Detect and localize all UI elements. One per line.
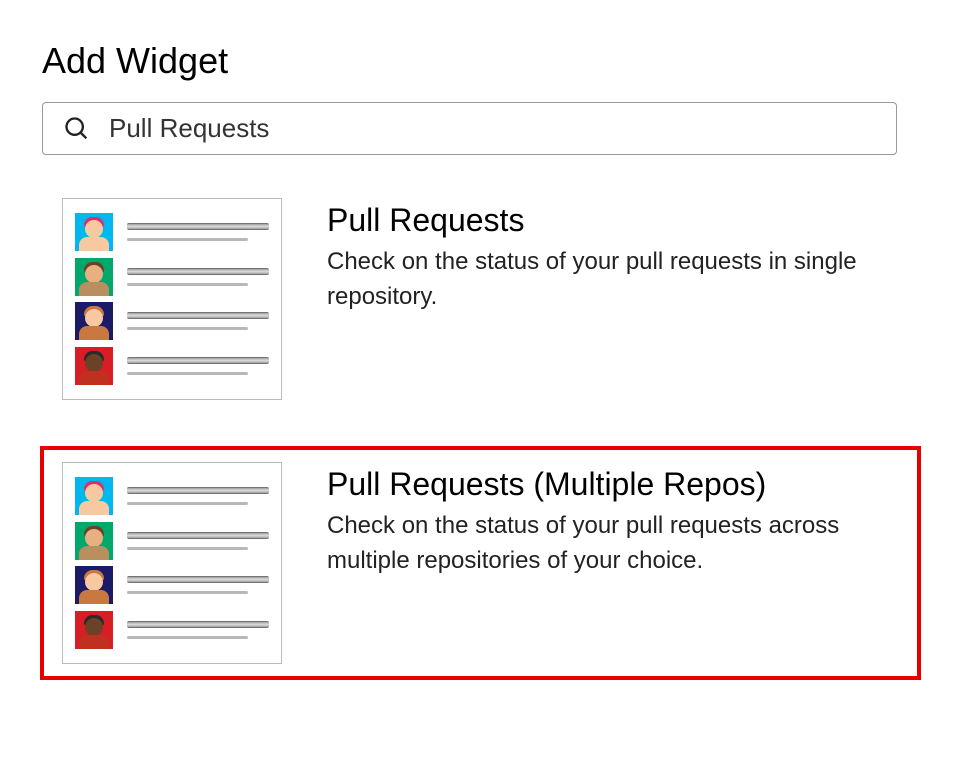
- widget-card-pull-requests-multiple-repos[interactable]: Pull Requests (Multiple Repos) Check on …: [40, 446, 921, 680]
- widget-description: Check on the status of your pull request…: [327, 509, 899, 579]
- widget-card-pull-requests[interactable]: Pull Requests Check on the status of you…: [40, 182, 921, 416]
- widget-title: Pull Requests: [327, 202, 899, 239]
- widget-text: Pull Requests Check on the status of you…: [327, 198, 899, 315]
- widget-title: Pull Requests (Multiple Repos): [327, 466, 899, 503]
- avatar-icon: [75, 213, 113, 251]
- preview-row: [75, 258, 269, 296]
- widget-preview: [62, 462, 282, 664]
- avatar-icon: [75, 477, 113, 515]
- preview-row: [75, 477, 269, 515]
- avatar-icon: [75, 347, 113, 385]
- avatar-icon: [75, 302, 113, 340]
- widget-list: Pull Requests Check on the status of you…: [40, 180, 921, 680]
- preview-row: [75, 522, 269, 560]
- avatar-icon: [75, 258, 113, 296]
- preview-row: [75, 302, 269, 340]
- page-title: Add Widget: [42, 40, 921, 82]
- search-input[interactable]: [109, 113, 876, 144]
- preview-row: [75, 213, 269, 251]
- avatar-icon: [75, 566, 113, 604]
- search-box[interactable]: [42, 102, 897, 155]
- search-icon: [63, 115, 91, 143]
- avatar-icon: [75, 611, 113, 649]
- widget-text: Pull Requests (Multiple Repos) Check on …: [327, 462, 899, 579]
- preview-row: [75, 347, 269, 385]
- preview-row: [75, 566, 269, 604]
- widget-description: Check on the status of your pull request…: [327, 245, 899, 315]
- widget-preview: [62, 198, 282, 400]
- avatar-icon: [75, 522, 113, 560]
- preview-row: [75, 611, 269, 649]
